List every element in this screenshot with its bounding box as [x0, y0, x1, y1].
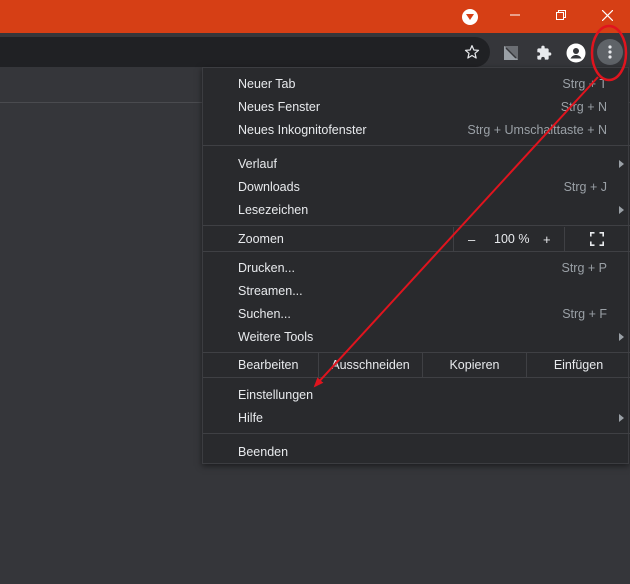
three-dots-menu-icon[interactable]	[597, 39, 623, 65]
submenu-arrow-icon	[619, 414, 624, 422]
minimize-button[interactable]	[492, 0, 538, 30]
menu-item-settings[interactable]: Einstellungen	[203, 383, 630, 406]
menu-item-shortcut: Strg + F	[562, 306, 607, 321]
menu-item-shortcut: Strg + J	[563, 179, 607, 194]
zoom-controls: – 100 % +	[453, 227, 565, 251]
address-bar[interactable]	[0, 37, 490, 67]
menu-item-find[interactable]: Suchen... Strg + F	[203, 302, 630, 325]
menu-item-cast[interactable]: Streamen...	[203, 279, 630, 302]
menu-item-new-tab[interactable]: Neuer Tab Strg + T	[203, 72, 630, 95]
zoom-row: Zoomen – 100 % +	[203, 227, 630, 251]
menu-item-label: Drucken...	[238, 260, 295, 275]
menu-separator	[203, 225, 630, 226]
close-button[interactable]	[584, 0, 630, 30]
menu-item-shortcut: Strg + Umschalttaste + N	[467, 122, 607, 137]
menu-item-print[interactable]: Drucken... Strg + P	[203, 256, 630, 279]
menu-item-label: Suchen...	[238, 306, 291, 321]
menu-item-new-incognito[interactable]: Neues Inkognitofenster Strg + Umschaltta…	[203, 118, 630, 141]
menu-item-history[interactable]: Verlauf	[203, 152, 630, 175]
zoom-level: 100 %	[494, 232, 530, 246]
menu-item-exit[interactable]: Beenden	[203, 440, 630, 463]
copy-button[interactable]: Kopieren	[422, 353, 526, 377]
extension-app-icon[interactable]	[499, 41, 523, 65]
close-icon	[601, 9, 613, 21]
menu-item-label: Beenden	[238, 444, 289, 459]
submenu-arrow-icon	[619, 206, 624, 214]
menu-separator	[203, 377, 630, 378]
menu-item-label: Streamen...	[238, 283, 303, 298]
restore-icon	[556, 10, 566, 20]
menu-item-label: Downloads	[238, 179, 300, 194]
title-bar	[0, 0, 630, 33]
menu-item-label: Neues Fenster	[238, 99, 320, 114]
zoom-out-button[interactable]: –	[468, 232, 475, 247]
cut-button[interactable]: Ausschneiden	[318, 353, 422, 377]
paste-label: Einfügen	[553, 358, 604, 372]
menu-item-downloads[interactable]: Downloads Strg + J	[203, 175, 630, 198]
bookmark-star-icon[interactable]	[460, 40, 484, 64]
menu-item-shortcut: Strg + T	[562, 76, 607, 91]
menu-item-shortcut: Strg + N	[560, 99, 607, 114]
edit-row: Bearbeiten Ausschneiden Kopieren Einfüge…	[203, 353, 630, 377]
zoom-label: Zoomen	[238, 232, 284, 246]
menu-item-label: Weitere Tools	[238, 329, 314, 344]
account-icon[interactable]	[564, 41, 588, 65]
menu-item-label: Hilfe	[238, 410, 264, 425]
menu-separator	[203, 251, 630, 252]
restore-button[interactable]	[538, 0, 584, 30]
menu-item-label: Neuer Tab	[238, 76, 296, 91]
chrome-main-menu: Neuer Tab Strg + T Neues Fenster Strg + …	[202, 67, 630, 464]
submenu-arrow-icon	[619, 160, 624, 168]
profile-dropdown-icon[interactable]	[462, 9, 478, 25]
menu-item-label: Lesezeichen	[238, 202, 309, 217]
minimize-icon	[510, 14, 520, 16]
menu-separator	[203, 145, 630, 146]
menu-item-label: Einstellungen	[238, 387, 314, 402]
menu-item-label: Verlauf	[238, 156, 277, 171]
menu-item-new-window[interactable]: Neues Fenster Strg + N	[203, 95, 630, 118]
edit-label: Bearbeiten	[238, 358, 299, 372]
fullscreen-icon[interactable]	[590, 232, 604, 246]
menu-item-label: Neues Inkognitofenster	[238, 122, 367, 137]
menu-separator	[203, 433, 630, 434]
submenu-arrow-icon	[619, 333, 624, 341]
menu-item-help[interactable]: Hilfe	[203, 406, 630, 429]
copy-label: Kopieren	[449, 358, 500, 372]
menu-item-shortcut: Strg + P	[561, 260, 607, 275]
zoom-in-button[interactable]: +	[543, 232, 551, 247]
menu-item-bookmarks[interactable]: Lesezeichen	[203, 198, 630, 221]
paste-button[interactable]: Einfügen	[526, 353, 630, 377]
puzzle-icon[interactable]	[532, 41, 556, 65]
cut-label: Ausschneiden	[331, 358, 410, 372]
menu-item-more-tools[interactable]: Weitere Tools	[203, 325, 630, 348]
